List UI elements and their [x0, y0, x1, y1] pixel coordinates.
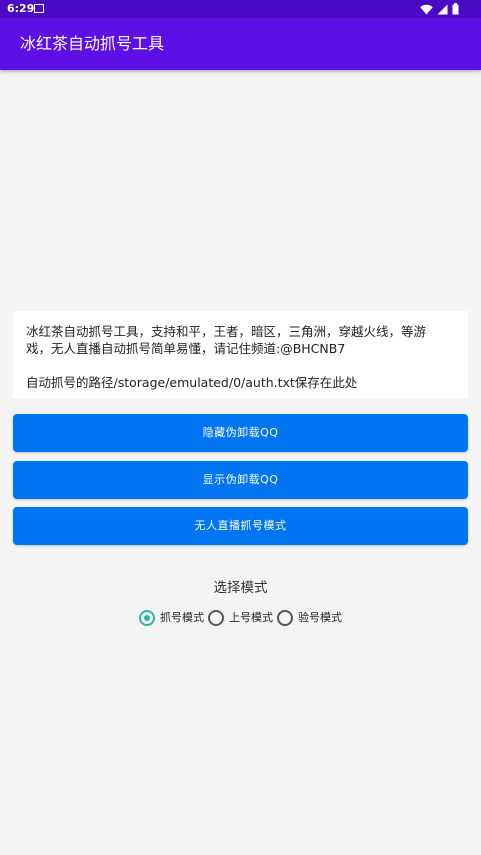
- mode-section-label: 选择模式: [213, 580, 268, 596]
- unattended-live-mode-button[interactable]: 无人直播抓号模式: [13, 507, 468, 545]
- info-card: 冰红茶自动抓号工具，支持和平，王者，暗区，三角洲，穿越火线，等游 戏，无人直播自…: [13, 311, 468, 398]
- info-text-line-2: 戏，无人直播自动抓号简单易懂，请记住频道:@BHCNB7: [26, 341, 346, 356]
- status-time: 6:29: [7, 2, 35, 15]
- radio-checked-icon[interactable]: [139, 610, 155, 626]
- status-bar: 6:29: [0, 0, 481, 18]
- radio-label-grab: 抓号模式: [160, 611, 204, 624]
- radio-grab-mode[interactable]: 抓号模式: [139, 609, 204, 627]
- signal-icon: [437, 4, 448, 14]
- app-bar: 冰红茶自动抓号工具: [0, 18, 481, 70]
- app-screen: 6:29 冰红茶自动抓号工具 冰红茶自动抓号工具，支持和平，王者，暗区，三角洲，…: [0, 0, 481, 855]
- info-text-line-1: 冰红茶自动抓号工具，支持和平，王者，暗区，三角洲，穿越火线，等游: [26, 324, 427, 339]
- hide-fake-uninstall-qq-button[interactable]: 隐藏伪卸载QQ: [13, 414, 468, 452]
- radio-login-mode[interactable]: 上号模式: [208, 609, 273, 627]
- show-fake-uninstall-qq-button[interactable]: 显示伪卸载QQ: [13, 461, 468, 499]
- mode-radio-group: 抓号模式 上号模式 验号模式: [139, 609, 346, 627]
- radio-label-verify: 验号模式: [298, 611, 342, 624]
- info-path-text: 自动抓号的路径/storage/emulated/0/auth.txt保存在此处: [26, 375, 358, 390]
- radio-unchecked-icon[interactable]: [208, 610, 224, 626]
- app-title: 冰红茶自动抓号工具: [20, 34, 165, 53]
- radio-unchecked-icon[interactable]: [277, 610, 293, 626]
- radio-verify-mode[interactable]: 验号模式: [277, 609, 342, 627]
- notification-icon: [34, 4, 44, 13]
- status-icons: [420, 3, 459, 15]
- battery-icon: [452, 3, 459, 15]
- radio-label-login: 上号模式: [229, 611, 273, 624]
- wifi-icon: [420, 4, 433, 14]
